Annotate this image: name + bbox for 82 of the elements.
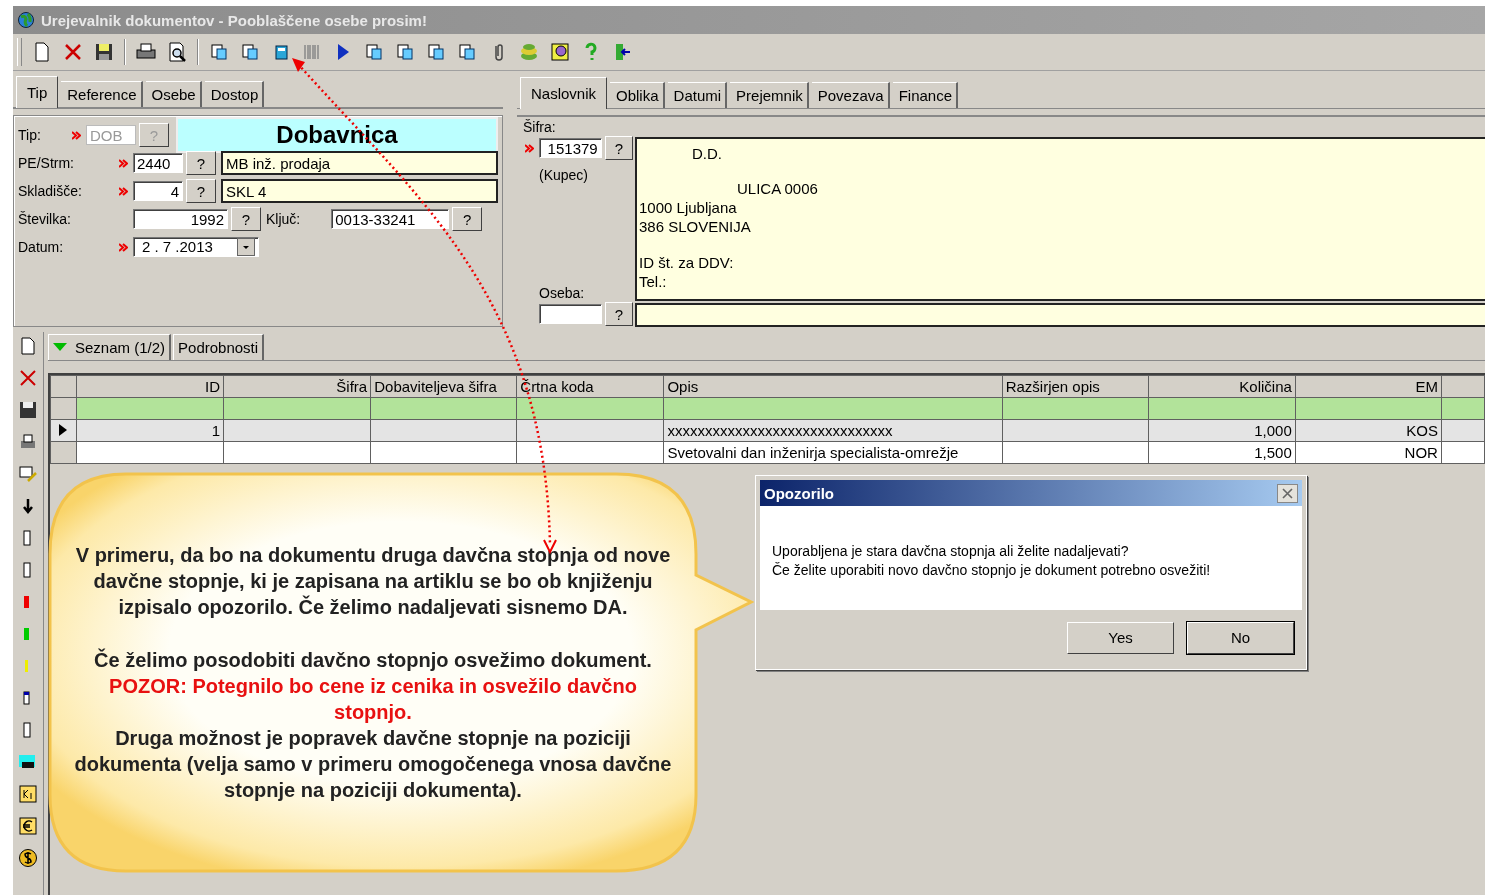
table-cell: 1 [211,422,221,439]
code-field[interactable]: 4 [133,181,183,201]
field-label: Ključ: [266,211,301,227]
column-header[interactable]: Šifra [223,375,371,398]
table-cell: xxxxxxxxxxxxxxxxxxxxxxxxxxxxxx [667,422,893,439]
address-line: ID št. za DDV: [638,253,735,272]
tab[interactable]: Reference [61,81,143,107]
date-field[interactable]: 2 . 7 .2013 [133,237,259,257]
print-preview-icon[interactable] [166,41,188,63]
name-field: SKL 4 [221,179,498,203]
callout-text: V primeru, da bo na dokumentu druga davčna stopnja od nove davčne stopnje, ki je zapisana na artiklu se bo ob knjiženju izpisalo opozorilo. Če želimo nadaljevati sisnemo DA. [74,543,672,620]
dialog-message: Uporabljena je stara davčna stopnja ali želite nadaljevati? [772,542,1130,561]
code-field[interactable]: 151379 [539,138,602,158]
delete-icon[interactable] [18,368,38,388]
address-line: Tel.: [638,272,668,291]
new-document-icon[interactable] [18,336,38,356]
table-cell: KOS [1406,422,1438,439]
save-icon[interactable] [93,41,115,63]
document-type-name: Dobavnica [176,117,498,153]
column-header[interactable]: EM [1295,375,1442,398]
tab[interactable]: Tip [16,76,59,108]
field-label: Skladišče: [18,183,83,199]
dollar-icon[interactable] [18,848,38,868]
tab[interactable]: Dostop [204,81,265,107]
table-cell: 1,500 [1254,444,1292,461]
callout-text: Če želimo posodobiti davčno stopnjo osvežimo dokument. [93,647,653,673]
code-field[interactable]: 2440 [133,153,183,173]
dialog-button[interactable]: Yes [1067,621,1174,654]
person-field[interactable] [539,304,602,324]
address-line: ULICA 0006 [736,179,819,198]
warning-text: POZOR: Potegnilo bo cene iz cenika in osvežilo davčno stopnjo. [108,674,638,725]
key-field[interactable]: 0013-33241 [331,209,450,229]
copy-documents-icon[interactable] [208,41,230,63]
lookup-button[interactable]: ? [452,207,483,231]
field-label: Datum: [18,239,65,255]
current-row-icon [59,424,67,436]
tab[interactable]: Podrobnosti [173,334,265,360]
dialog-title: Opozorilo [764,484,834,502]
role-label: (Kupec) [538,167,590,183]
window-title: Urejevalnik dokumentov - Pooblaščene osebe prosim! [41,11,427,29]
dialog-message: Če želite uporabiti novo davčno stopnjo je dokument potrebno osvežiti! [772,561,1212,580]
field-label: PE/Strm: [18,155,75,171]
column-header[interactable]: Razširjen opis [1002,375,1149,398]
lookup-button[interactable]: ? [186,151,216,175]
address-line: 1000 Ljubljana [638,198,738,217]
globe-icon [17,11,35,29]
tab[interactable]: Naslovnik [520,77,608,109]
field-label: Tip: [18,127,42,143]
column-header[interactable]: Dobaviteljeva šifra [370,375,517,398]
name-field: MB inž. prodaja [221,151,498,175]
triangle-icon [53,342,67,353]
column-header[interactable]: Opis [663,375,1003,398]
lookup-button[interactable]: ? [604,302,633,326]
field-label: Številka: [18,211,72,227]
tab[interactable]: Seznam (1/2) [48,334,172,360]
column-header[interactable]: ID [76,375,224,398]
column-header[interactable]: Količina [1148,375,1296,398]
address-line: 386 SLOVENIJA [638,217,752,236]
tab[interactable]: Povezava [811,82,890,108]
number-field[interactable]: 1992 [133,209,228,229]
dropdown-icon[interactable] [237,238,255,256]
field-label: Oseba: [538,285,586,301]
close-icon[interactable] [1277,483,1298,503]
column-header[interactable]: Črtna koda [516,375,664,398]
tab[interactable]: Oblika [610,82,665,108]
tab[interactable]: Datumi [667,82,728,108]
address-line: D.D. [691,144,723,163]
tab[interactable]: Osebe [145,81,202,107]
dialog-button[interactable]: No [1187,621,1294,654]
table-cell: Svetovalni dan inženirja specialista-omrežje [667,444,959,461]
table-cell: NOR [1404,444,1438,461]
tab[interactable]: Finance [892,82,958,108]
lookup-button[interactable]: ? [604,136,633,160]
field-label: Šifra: [523,119,557,135]
callout-text: Druga možnost je popravek davčne stopnje na poziciji dokumenta (velja samo v primeru omogočenega vnosa davčne stopnje na poziciji dokumenta). [74,726,672,803]
lookup-button[interactable]: ? [231,207,261,231]
edit-icon[interactable] [18,464,38,484]
table-cell: 1,000 [1254,422,1292,439]
lookup-button[interactable]: ? [186,179,216,203]
euro-icon[interactable] [18,816,38,836]
save-icon[interactable] [18,400,38,420]
tab[interactable]: Prejemnik [730,82,809,108]
